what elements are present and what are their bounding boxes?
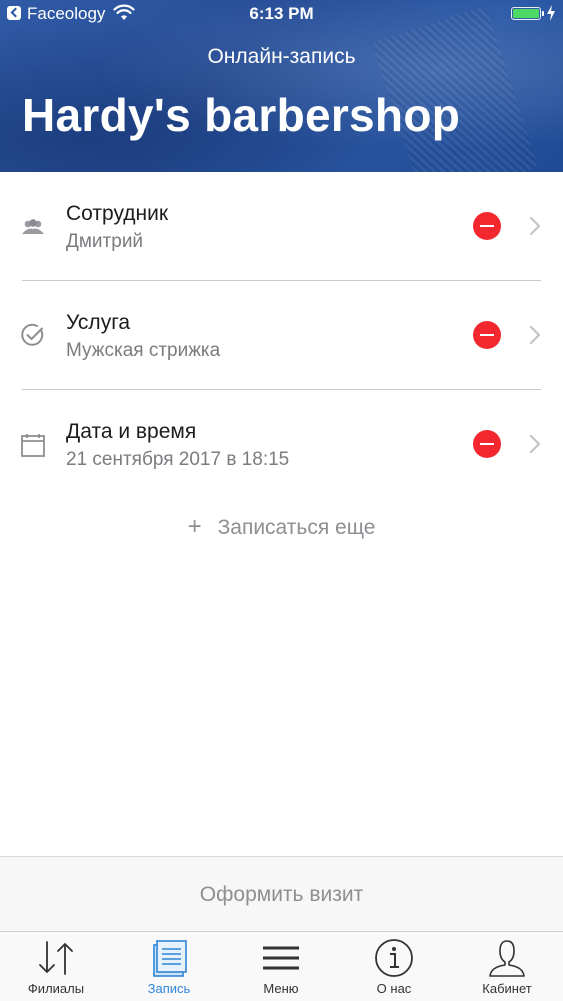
tab-bar: Филиалы Запись Меню О нас Кабинет (0, 931, 563, 1001)
tab-booking[interactable]: Запись (113, 932, 225, 1001)
checkmark-circle-icon (21, 323, 44, 346)
staff-icon (22, 219, 44, 234)
chevron-right-icon (529, 216, 541, 236)
status-time: 6:13 PM (249, 4, 314, 23)
tab-account[interactable]: Кабинет (451, 932, 563, 1001)
remove-staff-button[interactable] (473, 212, 501, 240)
business-title: Hardy's barbershop (22, 89, 461, 141)
info-circle-icon (375, 939, 413, 977)
chevron-right-icon (529, 434, 541, 454)
booking-row-service[interactable]: Услуга Мужская стрижка (0, 281, 563, 389)
tab-label: Кабинет (482, 981, 532, 996)
chevron-right-icon (529, 325, 541, 345)
remove-service-button[interactable] (473, 321, 501, 349)
calendar-icon (21, 434, 45, 457)
add-another-label: Записаться еще (217, 516, 376, 539)
plus-icon: + (187, 513, 202, 540)
booking-row-value: Мужская стрижка (66, 340, 221, 361)
tab-about[interactable]: О нас (338, 932, 450, 1001)
tab-label: О нас (376, 981, 412, 996)
add-another-booking-button[interactable]: + Записаться еще (0, 513, 563, 541)
arrows-up-down-icon (39, 941, 73, 975)
hamburger-menu-icon (263, 946, 299, 970)
tab-label: Филиалы (27, 981, 85, 996)
booking-row-title: Услуга (66, 311, 131, 334)
battery-icon (511, 7, 544, 20)
booking-row-value: 21 сентября 2017 в 18:15 (66, 449, 290, 470)
charging-bolt-icon (547, 5, 555, 21)
user-profile-icon (489, 940, 525, 977)
submit-visit-button[interactable]: Оформить визит (0, 856, 563, 932)
tab-menu[interactable]: Меню (225, 932, 337, 1001)
status-bar: Faceology 6:13 PM (0, 0, 563, 28)
tab-label: Меню (263, 981, 299, 996)
booking-row-title: Сотрудник (66, 202, 169, 225)
header-subtitle: Онлайн-запись (207, 45, 356, 68)
tab-branches[interactable]: Филиалы (0, 932, 112, 1001)
booking-row-staff[interactable]: Сотрудник Дмитрий (0, 172, 563, 280)
booking-row-datetime[interactable]: Дата и время 21 сентября 2017 в 18:15 (0, 390, 563, 498)
remove-datetime-button[interactable] (473, 430, 501, 458)
tab-label: Запись (147, 981, 191, 996)
booking-row-title: Дата и время (66, 420, 197, 443)
document-list-icon (153, 940, 187, 977)
header-banner: Faceology 6:13 PM Онлайн-запись Hardy's … (0, 0, 563, 172)
submit-visit-label: Оформить визит (199, 883, 364, 906)
booking-row-value: Дмитрий (66, 231, 144, 252)
